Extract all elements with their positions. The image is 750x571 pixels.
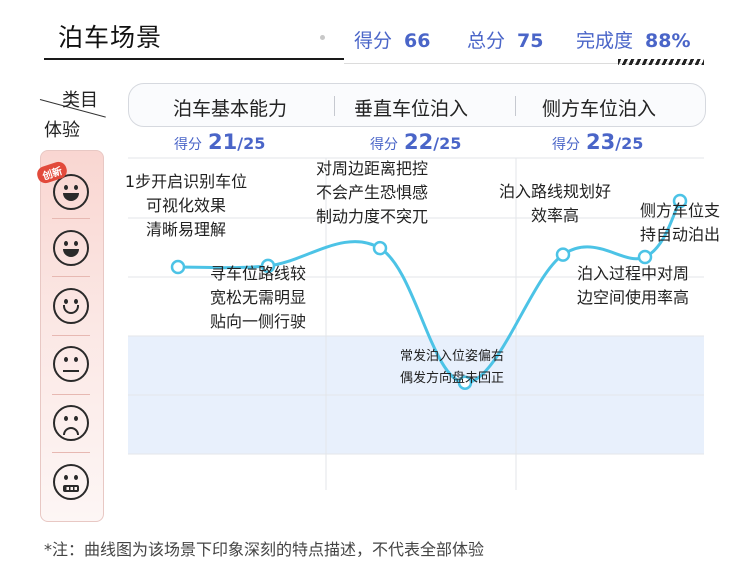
annotation-line: 不会产生恐惧感 [316, 183, 429, 202]
point-annotation: 寻车位路线较 宽松无需明显 贴向一侧行驶 [210, 262, 306, 334]
annotation-line: 宽松无需明显 [210, 288, 307, 307]
annotation-line: 常发泊入位姿偏右 [400, 349, 505, 364]
point-annotation: 1步开启识别车位 可视化效果清晰易理解 [112, 170, 260, 242]
annotation-line: 效率高 [530, 206, 579, 225]
annotation-line: 对周边距离把控 [316, 159, 429, 178]
annotation-line: 边空间使用率高 [577, 288, 690, 307]
data-point [372, 240, 388, 256]
annotation-line: 泊入路线规划好 [498, 182, 611, 201]
annotation-line: 制动力度不突兀 [316, 207, 429, 226]
data-point [555, 247, 571, 262]
annotation-line: 清晰易理解 [145, 220, 226, 239]
footnote: *注：曲线图为该场景下印象深刻的特点描述，不代表全部体验 [44, 540, 485, 559]
annotation-line: 泊入过程中对周 [577, 264, 690, 283]
annotation-line: 贴向一侧行驶 [210, 312, 307, 331]
point-annotation: 泊入路线规划好 效率高 [486, 180, 624, 228]
point-annotation: 侧方车位支持自动泊出 [640, 199, 720, 247]
annotation-line: 侧方车位支 [640, 201, 721, 220]
point-annotation: 常发泊入位姿偏右 偶发方向盘未回正 [400, 346, 504, 390]
annotation-line: 可视化效果 [145, 196, 226, 215]
annotation-line: 1步开启识别车位 [124, 172, 248, 191]
point-annotation: 泊入过程中对周 边空间使用率高 [577, 262, 689, 310]
point-annotation: 对周边距离把控 不会产生恐惧感 制动力度不突兀 [316, 157, 428, 229]
annotation-line: 持自动泊出 [640, 225, 721, 244]
annotation-line: 偶发方向盘未回正 [400, 371, 505, 386]
annotation-line: 寻车位路线较 [210, 264, 307, 283]
data-point [170, 259, 186, 275]
